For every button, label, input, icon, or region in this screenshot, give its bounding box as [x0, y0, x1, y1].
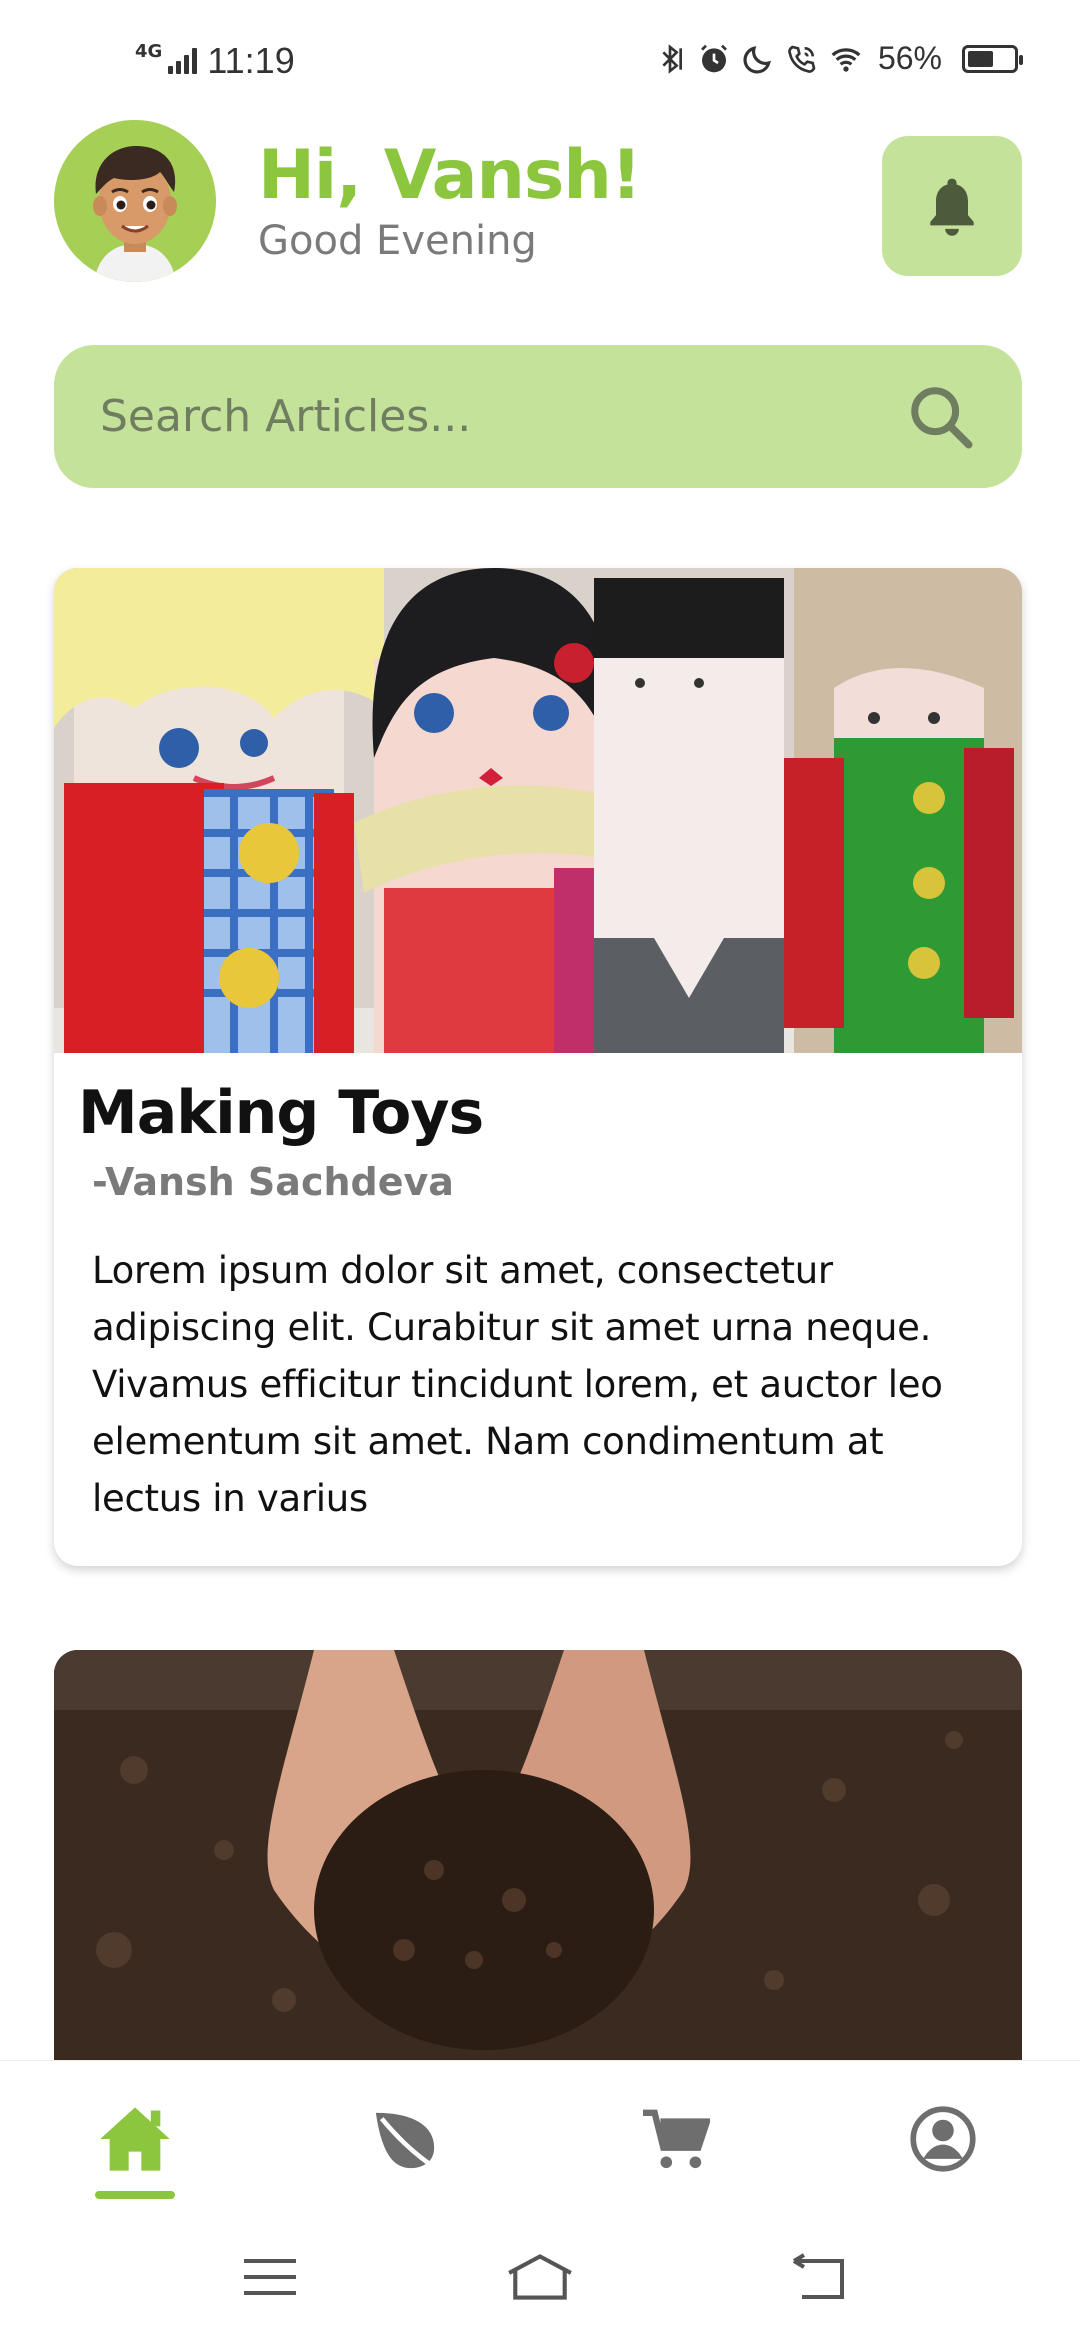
status-bar: 4G 11:19 56%	[0, 0, 1080, 120]
nav-profile[interactable]	[903, 2099, 983, 2179]
wifi-icon	[831, 47, 861, 72]
article-image-hands-soil	[54, 1650, 1022, 2070]
search-bar[interactable]: Search Articles...	[54, 345, 1022, 488]
profile-icon	[910, 2106, 976, 2172]
greeting-title: Hi, Vansh!	[258, 136, 642, 215]
leaf-icon	[375, 2112, 435, 2169]
article-title: Making Toys	[78, 1078, 484, 1148]
moon-icon	[743, 45, 771, 73]
nav-active-indicator	[95, 2191, 175, 2199]
status-right: 56%	[654, 40, 1023, 77]
battery-percent: 56%	[877, 40, 942, 76]
search-icon[interactable]	[906, 382, 976, 452]
cart-icon	[643, 2109, 710, 2169]
avatar-cartoon-boy-icon	[54, 120, 216, 282]
home-icon	[100, 2107, 170, 2171]
article-card[interactable]: Making Toys -Vansh Sachdeva Lorem ipsum …	[54, 568, 1022, 1566]
nav-leaf[interactable]	[365, 2099, 445, 2179]
article-body: Lorem ipsum dolor sit amet, consectetur …	[92, 1249, 943, 1520]
status-left: 4G 11:19	[135, 40, 295, 82]
greeting-subtitle: Good Evening	[258, 218, 537, 264]
greeting-block: Hi, Vansh! Good Evening	[258, 132, 642, 266]
article-image-handmade-dolls	[54, 568, 1022, 1053]
system-navigation-bar	[0, 2210, 1080, 2340]
nav-cart[interactable]	[635, 2099, 715, 2179]
article-card-2[interactable]	[54, 1650, 1022, 2070]
bottom-navigation	[0, 2060, 1080, 2210]
avatar[interactable]	[54, 120, 216, 282]
bell-icon	[930, 178, 974, 236]
article-author: -Vansh Sachdeva	[92, 1160, 454, 1204]
back-icon[interactable]	[790, 2252, 850, 2302]
nav-home[interactable]	[95, 2099, 175, 2179]
signal-icon	[168, 48, 198, 74]
notifications-button[interactable]	[882, 136, 1022, 276]
network-type: 4G	[135, 40, 163, 62]
search-input[interactable]: Search Articles...	[100, 391, 906, 442]
home-icon[interactable]	[505, 2252, 575, 2302]
battery-icon	[962, 44, 1023, 73]
wifi-calling-icon	[788, 45, 816, 73]
bluetooth-icon	[662, 43, 682, 74]
status-time: 11:19	[207, 40, 295, 81]
alarm-icon	[701, 44, 727, 72]
menu-icon[interactable]	[240, 2252, 300, 2302]
